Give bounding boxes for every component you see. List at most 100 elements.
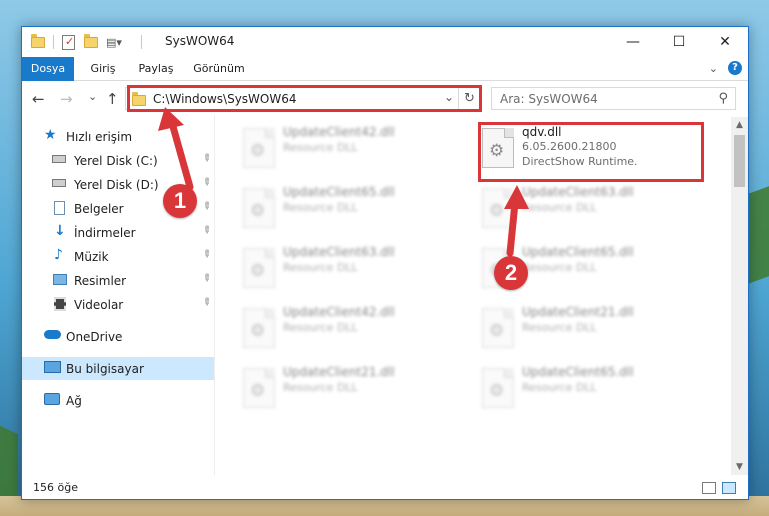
desktop-background-leaf — [748, 186, 769, 284]
sidebar-item-local-disk-c[interactable]: Yerel Disk (C:) ✎ — [22, 149, 214, 172]
dll-file-icon: ⚙ — [482, 308, 514, 348]
maximize-button[interactable]: ☐ — [656, 27, 702, 57]
sidebar-item-label: İndirmeler — [74, 225, 136, 240]
pin-icon: ✎ — [199, 295, 214, 310]
tab-file[interactable]: Dosya — [22, 57, 74, 81]
file-type: Resource DLL — [283, 381, 358, 394]
file-item[interactable]: ⚙ UpdateClient21.dll Resource DLL — [474, 301, 700, 357]
sidebar-item-network[interactable]: Ağ — [22, 389, 214, 412]
file-item[interactable]: ⚙ UpdateClient63.dll Resource DLL — [474, 181, 700, 237]
file-type: Resource DLL — [522, 321, 597, 334]
recent-locations-button[interactable]: ⌄ — [88, 90, 97, 103]
dll-file-icon: ⚙ — [243, 128, 275, 168]
search-box[interactable]: Ara: SysWOW64 ⚲ — [491, 87, 736, 110]
file-item[interactable]: ⚙ UpdateClient21.dll Resource DLL — [235, 361, 461, 417]
file-type: Resource DLL — [283, 141, 358, 154]
documents-icon — [54, 201, 65, 215]
vertical-scrollbar[interactable]: ▲ ▼ — [731, 117, 748, 475]
minimize-button[interactable]: — — [610, 27, 656, 57]
network-icon — [44, 393, 60, 405]
sidebar-item-onedrive[interactable]: OneDrive — [22, 325, 214, 348]
file-name: UpdateClient63.dll — [283, 245, 395, 259]
file-type: Resource DLL — [522, 261, 597, 274]
file-name: UpdateClient42.dll — [283, 125, 395, 139]
scroll-down-button[interactable]: ▼ — [731, 459, 748, 475]
close-button[interactable]: ✕ — [702, 27, 748, 57]
sidebar-item-label: Yerel Disk (D:) — [74, 177, 159, 192]
dll-file-icon: ⚙ — [243, 368, 275, 408]
title-bar: ▤▾ SysWOW64 — ☐ ✕ — [22, 27, 748, 57]
details-view-button[interactable] — [702, 482, 716, 494]
properties-icon[interactable] — [62, 33, 75, 51]
file-item[interactable]: ⚙ UpdateClient63.dll Resource DLL — [235, 241, 461, 297]
step-1-badge: 1 — [163, 184, 197, 218]
pictures-icon — [53, 274, 67, 285]
scroll-up-button[interactable]: ▲ — [731, 117, 748, 133]
forward-button[interactable]: → — [60, 90, 73, 108]
large-icons-view-button[interactable] — [722, 482, 736, 494]
separator — [53, 33, 54, 51]
dll-file-icon: ⚙ — [482, 188, 514, 228]
dll-file-icon: ⚙ — [243, 248, 275, 288]
tab-home[interactable]: Giriş — [84, 57, 122, 81]
sidebar-item-downloads[interactable]: ↓ İndirmeler ✎ — [22, 221, 214, 244]
sidebar-item-quick-access[interactable]: ★ Hızlı erişim — [22, 125, 214, 148]
file-name: UpdateClient21.dll — [283, 365, 395, 379]
search-icon[interactable]: ⚲ — [718, 91, 728, 106]
status-bar: 156 öğe — [22, 477, 748, 499]
step-2-badge: 2 — [494, 256, 528, 290]
pin-icon: ✎ — [199, 151, 214, 166]
scroll-thumb[interactable] — [734, 135, 745, 187]
pin-icon: ✎ — [199, 175, 214, 190]
sidebar-item-this-pc[interactable]: Bu bilgisayar — [22, 357, 214, 380]
tab-share[interactable]: Paylaş — [134, 57, 178, 81]
file-name: UpdateClient21.dll — [522, 305, 634, 319]
separator — [141, 33, 142, 51]
sidebar-item-label: Resimler — [74, 273, 127, 288]
back-button[interactable]: ← — [32, 90, 45, 108]
search-input[interactable]: Ara: SysWOW64 — [500, 92, 598, 106]
new-folder-icon[interactable] — [84, 33, 98, 51]
computer-icon — [44, 361, 61, 373]
download-icon: ↓ — [54, 223, 66, 239]
file-type: Resource DLL — [522, 201, 597, 214]
pin-icon: ✎ — [199, 247, 214, 262]
sidebar-item-videos[interactable]: Videolar ✎ — [22, 293, 214, 316]
file-name: UpdateClient65.dll — [522, 245, 634, 259]
file-name: UpdateClient63.dll — [522, 185, 634, 199]
file-item[interactable]: ⚙ UpdateClient42.dll Resource DLL — [235, 121, 461, 177]
drive-icon — [52, 179, 66, 187]
sidebar-item-label: Bu bilgisayar — [66, 361, 144, 376]
address-highlight-box — [127, 85, 482, 112]
file-name: UpdateClient42.dll — [283, 305, 395, 319]
file-type: Resource DLL — [522, 381, 597, 394]
sidebar-item-music[interactable]: ♪ Müzik ✎ — [22, 245, 214, 268]
file-item[interactable]: ⚙ UpdateClient65.dll Resource DLL — [474, 361, 700, 417]
ribbon-tabs: Dosya Giriş Paylaş Görünüm ⌄ ? — [22, 57, 748, 81]
sidebar-item-label: Müzik — [74, 249, 109, 264]
up-button[interactable]: ↑ — [106, 90, 119, 108]
customize-toolbar-icon[interactable]: ▤▾ — [106, 33, 122, 51]
file-name: UpdateClient65.dll — [522, 365, 634, 379]
item-count: 156 öğe — [33, 481, 78, 494]
music-icon: ♪ — [54, 247, 63, 263]
sidebar-item-pictures[interactable]: Resimler ✎ — [22, 269, 214, 292]
file-item[interactable]: ⚙ UpdateClient65.dll Resource DLL — [235, 181, 461, 237]
sidebar-item-label: Ağ — [66, 393, 82, 408]
sidebar-item-label: Belgeler — [74, 201, 124, 216]
window-title: SysWOW64 — [165, 34, 235, 48]
pin-icon: ✎ — [199, 223, 214, 238]
file-name: UpdateClient65.dll — [283, 185, 395, 199]
pin-icon: ✎ — [199, 199, 214, 214]
navigation-pane: ★ Hızlı erişim Yerel Disk (C:) ✎ Yerel D… — [22, 119, 214, 473]
explorer-window: ▤▾ SysWOW64 — ☐ ✕ Dosya Giriş Paylaş Gör… — [21, 26, 749, 500]
file-type: Resource DLL — [283, 201, 358, 214]
expand-ribbon-icon[interactable]: ⌄ — [709, 62, 718, 75]
file-item[interactable]: ⚙ UpdateClient42.dll Resource DLL — [235, 301, 461, 357]
sidebar-item-label: Hızlı erişim — [66, 129, 133, 144]
help-icon[interactable]: ? — [728, 61, 742, 75]
tab-view[interactable]: Görünüm — [190, 57, 248, 81]
file-type: Resource DLL — [283, 321, 358, 334]
file-type: Resource DLL — [283, 261, 358, 274]
videos-icon — [54, 297, 66, 311]
